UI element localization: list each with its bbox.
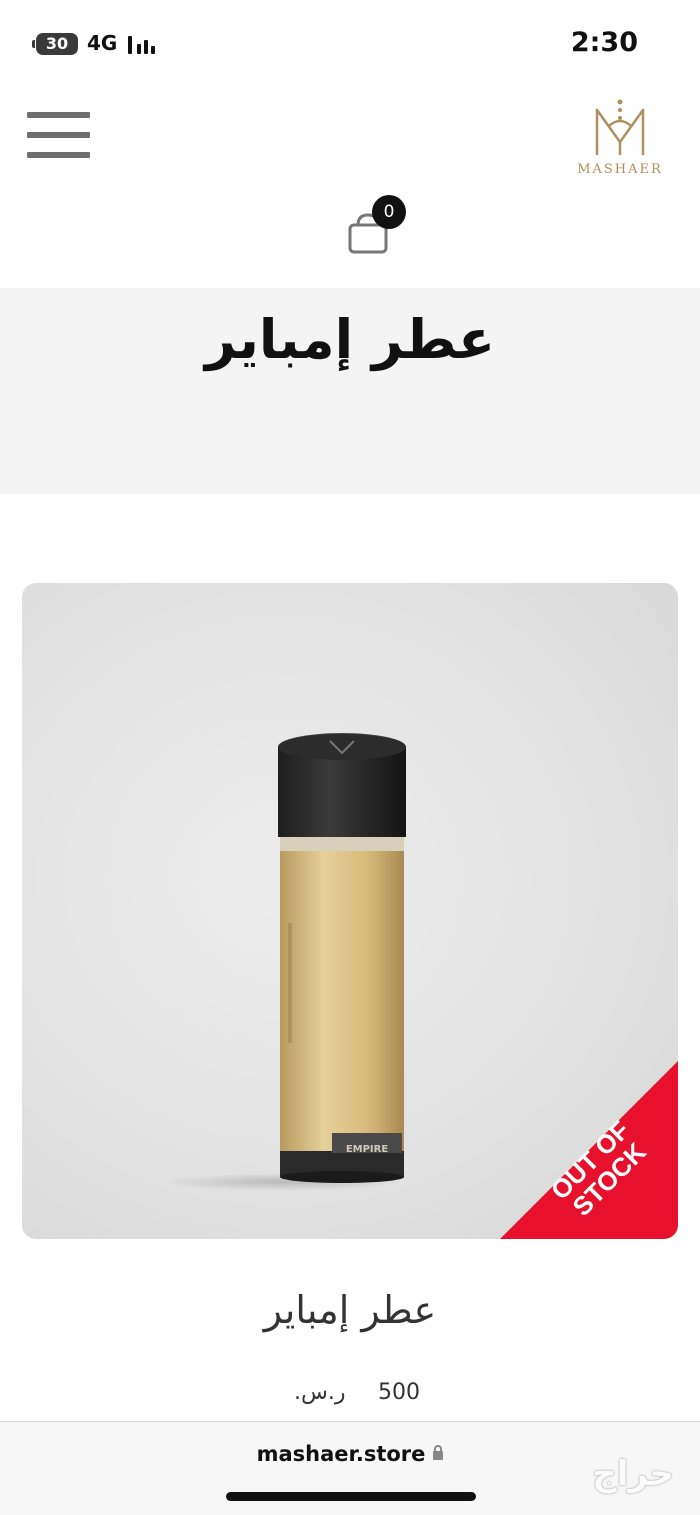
hamburger-menu-icon[interactable]: [27, 112, 90, 158]
watermark: حراج: [592, 1454, 674, 1494]
site-header: MASHAER: [0, 90, 700, 180]
network-type: 4G: [87, 31, 118, 55]
page-title-band: عطر إمباير: [0, 288, 700, 494]
product-image-card[interactable]: EMPIRE OUT OF STOCK: [22, 583, 678, 1239]
price-row: ر.س. 500: [0, 1380, 700, 1410]
cart-button[interactable]: 0: [346, 195, 410, 259]
logo-mark-icon: [595, 99, 645, 156]
cart-row: 0: [0, 180, 700, 288]
url-text[interactable]: mashaer.store: [257, 1442, 426, 1466]
battery-icon: 30: [32, 33, 78, 55]
signal-icon: [128, 36, 160, 54]
perfume-bottle-image: [278, 733, 406, 1183]
cart-count-badge: 0: [372, 195, 406, 229]
brand-logo[interactable]: MASHAER: [565, 96, 675, 180]
status-bar: 30 4G 2:30: [0, 0, 700, 90]
lock-icon: [433, 1445, 444, 1460]
browser-url-bar: mashaer.store حراج: [0, 1421, 700, 1515]
status-time: 2:30: [570, 27, 638, 58]
logo-text: MASHAER: [577, 162, 663, 177]
product-price: 500: [378, 1380, 420, 1405]
product-name[interactable]: عطر إمباير: [0, 1288, 700, 1332]
bottle-label: EMPIRE: [345, 1144, 389, 1155]
page-title: عطر إمباير: [204, 308, 495, 371]
price-currency: ر.س.: [294, 1380, 346, 1405]
home-indicator[interactable]: [226, 1492, 476, 1501]
